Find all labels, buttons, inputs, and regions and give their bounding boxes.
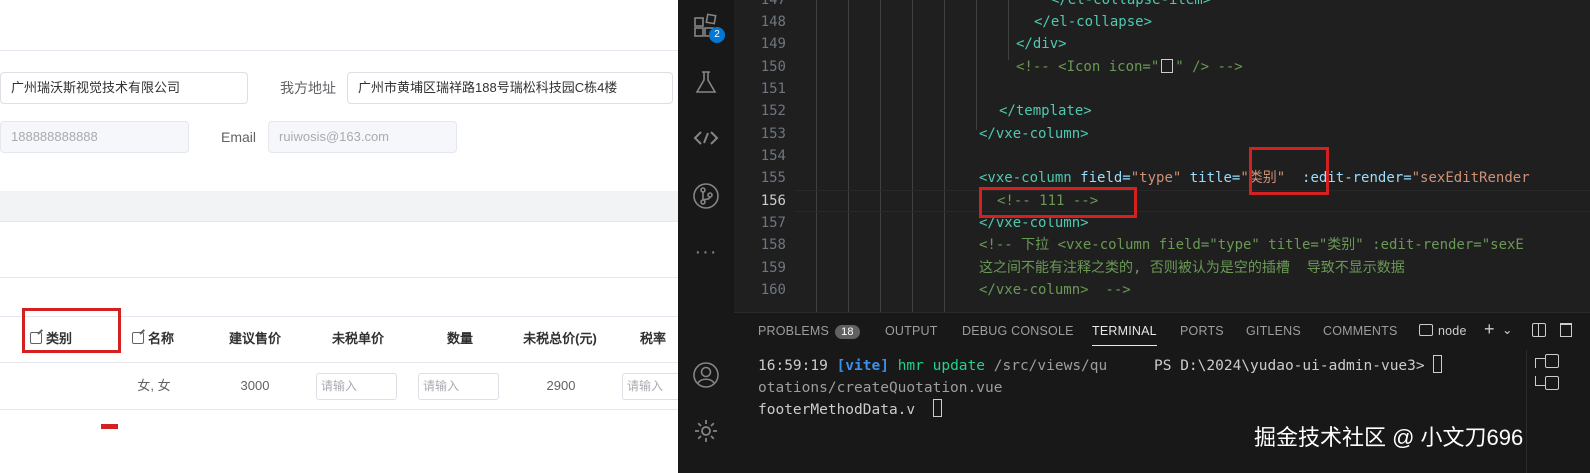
terminal-icon [1545,354,1559,368]
indent-guide [848,0,849,312]
column-header-suggested-price[interactable]: 建议售价 [215,317,295,361]
code-line: 这之间不能有注释之类的, 否则被认为是空的插槽 导致不显示数据 [979,260,1405,276]
code-line: <!-- 下拉 <vxe-column field="type" title="… [979,237,1524,253]
phone-field[interactable]: 188888888888 [0,121,189,153]
company-field[interactable]: 广州瑞沃斯视觉技术有限公司 [0,72,248,104]
source-control-icon[interactable] [692,182,720,210]
trash-icon[interactable] [1560,323,1572,340]
vscode-window: 2 ··· 147 148 149 150 151 152 153 154 15… [678,0,1590,473]
line-number: 158 [760,237,786,253]
quantity-input[interactable]: 请输入 [418,373,499,400]
highlight-box [979,187,1137,218]
indent-guide [944,0,945,312]
address-field[interactable]: 广州市黄埔区瑞祥路188号瑞松科技园C栋4楼 [347,72,673,104]
line-number: 156 [760,193,786,209]
terminal-list[interactable] [1526,350,1590,473]
activity-bar: 2 ··· [678,0,734,473]
cell-name: 女, 女 [137,378,171,393]
explorer-icon[interactable]: 2 [692,12,725,43]
terminal-cursor [932,399,942,417]
tax-input[interactable]: 请输入 [622,373,678,400]
line-number: 150 [760,59,786,75]
problems-count-badge: 18 [835,325,860,339]
terminal-cursor [1433,355,1443,373]
cell-price: 3000 [240,378,270,393]
unit-price-input[interactable]: 请输入 [316,373,397,400]
indent-guide [912,0,913,312]
tab-debug-console[interactable]: DEBUG CONSOLE [962,324,1074,338]
tab-comments[interactable]: COMMENTS [1323,324,1398,338]
tab-output[interactable]: OUTPUT [885,324,938,338]
testing-icon[interactable] [692,68,720,96]
divider [0,50,678,51]
line-number: 157 [760,215,786,231]
terminal-icon [1545,376,1559,390]
edit-icon [132,332,144,344]
current-line-highlight [794,190,1590,212]
split-terminal-icon[interactable] [1532,323,1546,340]
highlight-box [22,308,121,353]
cell-total: 2900 [546,378,576,393]
code-line: </el-collapse> [1034,14,1153,30]
tab-terminal[interactable]: TERMINAL [1092,324,1157,346]
line-number: 151 [760,81,786,97]
column-header-unit-price[interactable]: 未税单价 [318,317,398,361]
tab-problems[interactable]: PROBLEMS 18 [758,324,860,339]
terminal-selector[interactable]: node [1419,324,1467,338]
highlight-box [1249,147,1329,195]
terminal-output-left[interactable]: 16:59:19 [vite] hmr update /src/views/qu… [758,355,1107,421]
more-icon[interactable]: ··· [692,238,720,266]
column-header-quantity[interactable]: 数量 [420,317,500,361]
email-label: Email [221,129,257,145]
tree-connector-icon [1535,358,1545,368]
explorer-badge: 2 [709,27,725,43]
red-marker [101,424,118,429]
code-line: </vxe-column> --> [979,282,1131,298]
address-label: 我方地址 [280,80,336,96]
code-line: </div> [1016,36,1067,52]
indent-guide [1008,0,1009,60]
column-header-name[interactable]: 名称 [132,317,192,361]
tab-gitlens[interactable]: GITLENS [1246,324,1301,338]
divider [0,277,678,278]
line-number: 155 [760,170,786,186]
code-line: </template> [999,103,1092,119]
line-number: 152 [760,103,786,119]
indent-guide [976,0,977,130]
web-app-panel: 广州瑞沃斯视觉技术有限公司 我方地址 广州市黄埔区瑞祥路188号瑞松科技园C栋4… [0,0,678,473]
divider [0,221,678,222]
remote-icon[interactable] [692,124,720,152]
terminal-icon [1419,324,1433,336]
code-line: </el-collapse-item> [1051,0,1212,8]
line-number: 160 [760,282,786,298]
account-icon[interactable] [692,361,720,389]
indent-guide [816,0,817,312]
line-number: 147 [760,0,786,8]
code-editor[interactable]: 147 148 149 150 151 152 153 154 155 156 … [734,0,1590,312]
column-header-tax[interactable]: 税率 [640,317,678,361]
chevron-down-icon[interactable]: ⌄ [1502,322,1513,337]
code-line: <!-- <Icon icon=" " /> --> [1016,59,1243,75]
tree-connector-icon [1535,376,1545,386]
tab-ports[interactable]: PORTS [1180,324,1224,338]
line-number: 154 [760,148,786,164]
terminal-prompt[interactable]: PS D:\2024\yudao-ui-admin-vue3> [1154,355,1443,377]
code-line: </vxe-column> [979,126,1089,142]
line-number: 149 [760,36,786,52]
line-number: 148 [760,14,786,30]
settings-icon[interactable] [692,417,720,445]
file-add-icon [1161,59,1174,73]
section-separator [0,191,678,221]
indent-guide [880,0,881,312]
line-number: 159 [760,260,786,276]
watermark: 掘金技术社区 @ 小文刀696 [1254,425,1524,450]
column-header-total[interactable]: 未税总价(元) [510,317,610,361]
email-field[interactable]: ruiwosis@163.com [268,121,457,153]
table-row-border [0,409,678,410]
new-terminal-icon[interactable]: + [1484,319,1495,340]
line-number: 153 [760,126,786,142]
